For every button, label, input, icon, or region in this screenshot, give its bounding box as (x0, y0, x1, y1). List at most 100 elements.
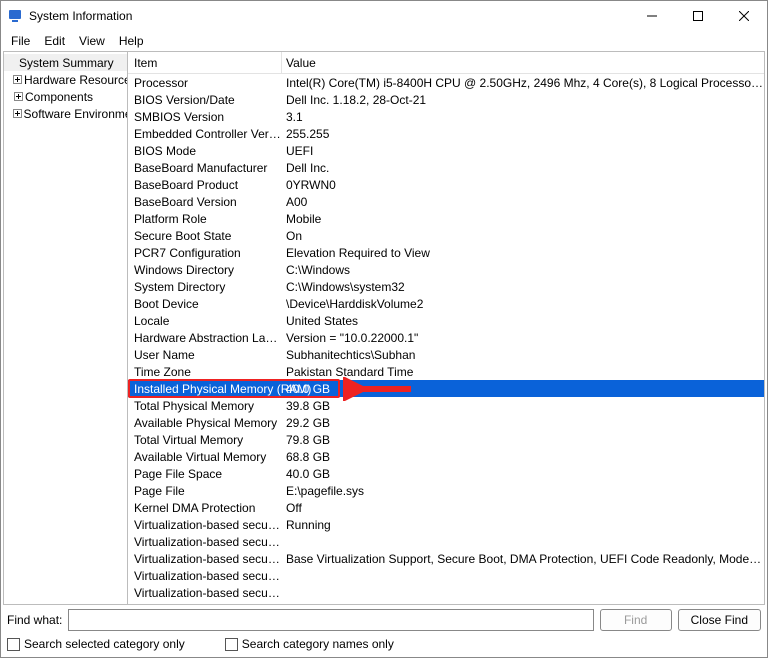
cell-value: Mobile (282, 212, 764, 226)
cell-item: User Name (128, 348, 282, 362)
list-row[interactable]: Kernel DMA ProtectionOff (128, 499, 764, 516)
list-row[interactable]: BIOS Version/DateDell Inc. 1.18.2, 28-Oc… (128, 91, 764, 108)
minimize-button[interactable] (629, 1, 675, 31)
cell-value: Base Virtualization Support, Secure Boot… (282, 552, 764, 566)
cell-item: BaseBoard Manufacturer (128, 161, 282, 175)
cell-value: Off (282, 501, 764, 515)
menubar: File Edit View Help (1, 31, 767, 51)
search-category-names-checkbox[interactable]: Search category names only (225, 637, 394, 651)
menu-view[interactable]: View (73, 32, 111, 50)
cell-item: Virtualization-based security Av... (128, 552, 282, 566)
list-body[interactable]: ProcessorIntel(R) Core(TM) i5-8400H CPU … (128, 74, 764, 604)
list-row[interactable]: User NameSubhanitechtics\Subhan (128, 346, 764, 363)
list-row[interactable]: Boot Device\Device\HarddiskVolume2 (128, 295, 764, 312)
window-controls (629, 1, 767, 31)
cell-item: Page File (128, 484, 282, 498)
cell-item: Boot Device (128, 297, 282, 311)
cell-item: Embedded Controller Version (128, 127, 282, 141)
list-row[interactable]: Hardware Abstraction LayerVersion = "10.… (128, 329, 764, 346)
cell-item: Installed Physical Memory (RAM) (128, 382, 282, 396)
tree-item-label: Hardware Resources (24, 73, 127, 87)
column-value[interactable]: Value (282, 52, 764, 73)
menu-help[interactable]: Help (113, 32, 150, 50)
spacer (6, 57, 18, 69)
expand-icon[interactable] (12, 91, 24, 103)
cell-value: UEFI (282, 144, 764, 158)
cell-value: 40.0 GB (282, 382, 764, 396)
cell-value: 68.8 GB (282, 450, 764, 464)
list-row[interactable]: Windows DirectoryC:\Windows (128, 261, 764, 278)
list-row[interactable]: Installed Physical Memory (RAM)40.0 GB (128, 380, 764, 397)
cell-item: Virtualization-based security Se... (128, 586, 282, 600)
list-row[interactable]: Secure Boot StateOn (128, 227, 764, 244)
checkbox-label: Search selected category only (24, 637, 185, 651)
cell-value: Running (282, 518, 764, 532)
cell-item: BaseBoard Version (128, 195, 282, 209)
tree-item[interactable]: Components (4, 88, 127, 105)
list-row[interactable]: Time ZonePakistan Standard Time (128, 363, 764, 380)
cell-value: 255.255 (282, 127, 764, 141)
list-row[interactable]: SMBIOS Version3.1 (128, 108, 764, 125)
cell-value: On (282, 229, 764, 243)
find-input[interactable] (68, 609, 593, 631)
cell-item: Virtualization-based security Re... (128, 535, 282, 549)
column-item[interactable]: Item (128, 52, 282, 73)
cell-item: BIOS Mode (128, 144, 282, 158)
list-row[interactable]: Embedded Controller Version255.255 (128, 125, 764, 142)
list-row[interactable]: Page File Space40.0 GB (128, 465, 764, 482)
cell-item: Total Virtual Memory (128, 433, 282, 447)
cell-value: Elevation Required to View (282, 603, 764, 605)
list-row[interactable]: Platform RoleMobile (128, 210, 764, 227)
cell-value: Elevation Required to View (282, 246, 764, 260)
tree-item[interactable]: Software Environment (4, 105, 127, 122)
tree-item[interactable]: System Summary (4, 54, 127, 71)
checkbox-label: Search category names only (242, 637, 394, 651)
cell-item: Secure Boot State (128, 229, 282, 243)
menu-file[interactable]: File (5, 32, 36, 50)
tree-item[interactable]: Hardware Resources (4, 71, 127, 88)
list-header[interactable]: Item Value (128, 52, 764, 74)
close-button[interactable] (721, 1, 767, 31)
list-row[interactable]: Available Virtual Memory68.8 GB (128, 448, 764, 465)
cell-item: Total Physical Memory (128, 399, 282, 413)
cell-item: PCR7 Configuration (128, 246, 282, 260)
list-row[interactable]: Virtualization-based security Se... (128, 584, 764, 601)
list-row[interactable]: Device Encryption SupportElevation Requi… (128, 601, 764, 604)
list-row[interactable]: BaseBoard ManufacturerDell Inc. (128, 159, 764, 176)
find-button[interactable]: Find (600, 609, 672, 631)
list-row[interactable]: Virtualization-based securityRunning (128, 516, 764, 533)
list-row[interactable]: BIOS ModeUEFI (128, 142, 764, 159)
search-selected-category-checkbox[interactable]: Search selected category only (7, 637, 185, 651)
list-row[interactable]: Total Physical Memory39.8 GB (128, 397, 764, 414)
list-row[interactable]: PCR7 ConfigurationElevation Required to … (128, 244, 764, 261)
list-row[interactable]: Total Virtual Memory79.8 GB (128, 431, 764, 448)
list-row[interactable]: BaseBoard Product0YRWN0 (128, 176, 764, 193)
list-row[interactable]: LocaleUnited States (128, 312, 764, 329)
list-row[interactable]: Virtualization-based security Re... (128, 533, 764, 550)
cell-item: Hardware Abstraction Layer (128, 331, 282, 345)
list-row[interactable]: BaseBoard VersionA00 (128, 193, 764, 210)
list-row[interactable]: System DirectoryC:\Windows\system32 (128, 278, 764, 295)
expand-icon[interactable] (12, 108, 23, 120)
cell-value: A00 (282, 195, 764, 209)
cell-item: System Directory (128, 280, 282, 294)
cell-value: 29.2 GB (282, 416, 764, 430)
menu-edit[interactable]: Edit (38, 32, 71, 50)
cell-item: Time Zone (128, 365, 282, 379)
cell-value: \Device\HarddiskVolume2 (282, 297, 764, 311)
find-bar: Find what: Find Close Find Search select… (1, 605, 767, 657)
list-row[interactable]: Virtualization-based security Se... (128, 567, 764, 584)
list-row[interactable]: Virtualization-based security Av...Base … (128, 550, 764, 567)
maximize-button[interactable] (675, 1, 721, 31)
expand-icon[interactable] (12, 74, 23, 86)
list-row[interactable]: ProcessorIntel(R) Core(TM) i5-8400H CPU … (128, 74, 764, 91)
cell-value: 39.8 GB (282, 399, 764, 413)
close-find-button[interactable]: Close Find (678, 609, 761, 631)
cell-item: Available Physical Memory (128, 416, 282, 430)
details-list: Item Value ProcessorIntel(R) Core(TM) i5… (128, 52, 764, 604)
list-row[interactable]: Page FileE:\pagefile.sys (128, 482, 764, 499)
cell-value: 40.0 GB (282, 467, 764, 481)
category-tree[interactable]: System Summary Hardware ResourcesComponen… (4, 52, 128, 604)
checkbox-icon (225, 638, 238, 651)
list-row[interactable]: Available Physical Memory29.2 GB (128, 414, 764, 431)
